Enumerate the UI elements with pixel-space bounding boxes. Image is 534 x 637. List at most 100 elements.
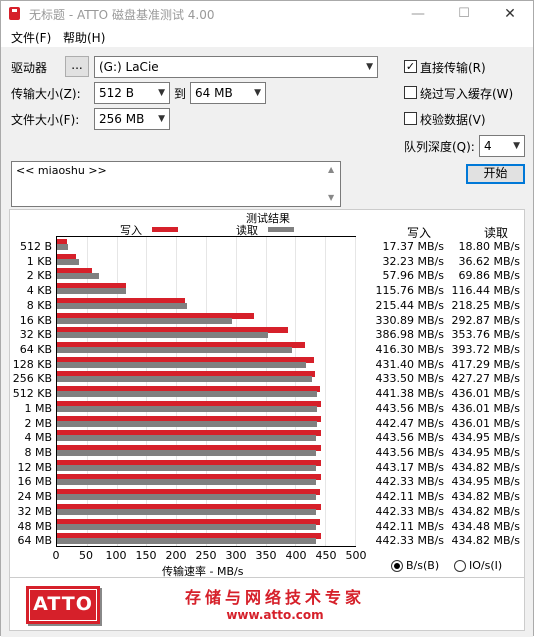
drive-select-value: (G:) LaCie [99, 60, 159, 74]
menu-help[interactable]: 帮助(H) [63, 29, 105, 46]
units-bytes-radio[interactable] [391, 560, 403, 572]
file-size-select[interactable]: 256 MB ▼ [94, 108, 170, 130]
drive-label: 驱动器 [11, 61, 48, 75]
category-label: 32 MB [17, 504, 52, 518]
read-value-label: 434.82 MB/s [451, 490, 520, 504]
read-bar [57, 450, 317, 456]
chevron-down-icon: ▼ [513, 141, 520, 151]
write-value-label: 442.11 MB/s [375, 519, 444, 533]
to-label: 到 [174, 87, 187, 101]
x-tick-label: 0 [52, 549, 60, 562]
read-bar [57, 435, 317, 442]
x-tick-label: 500 [345, 549, 367, 562]
queue-depth-select[interactable]: 4 ▼ [479, 135, 525, 157]
read-value-label: 417.29 MB/s [451, 357, 520, 371]
read-column-header: 读取 [484, 226, 509, 240]
category-label: 16 KB [19, 313, 52, 327]
category-label: 64 MB [17, 534, 52, 548]
read-value-label: 69.86 MB/s [458, 269, 520, 283]
units-io-label: IO/s(I) [469, 559, 503, 572]
menu-file[interactable]: 文件(F) [11, 29, 51, 46]
transfer-to-value: 64 MB [195, 86, 233, 100]
write-legend-swatch [152, 227, 178, 232]
maximize-button[interactable]: ☐ [441, 1, 487, 27]
menu-bar: 文件(F) 帮助(H) [1, 27, 533, 47]
write-column-header: 写入 [407, 226, 432, 240]
transfer-from-select[interactable]: 512 B ▼ [94, 82, 170, 104]
read-value-label: 427.27 MB/s [451, 372, 520, 386]
category-label: 24 MB [17, 490, 52, 504]
read-bar [57, 494, 317, 501]
title-bar: 无标题 - ATTO 磁盘基准测试 4.00 — ☐ ✕ [1, 1, 533, 27]
read-bar [57, 361, 306, 368]
write-value-label: 330.89 MB/s [375, 313, 444, 327]
description-textarea[interactable]: << miaoshu >> ▲ ▼ [11, 161, 341, 207]
read-value-label: 292.87 MB/s [451, 313, 520, 327]
direct-io-checkbox[interactable]: ✓ [404, 60, 417, 73]
read-bar [57, 273, 99, 280]
browse-button[interactable]: ... [65, 56, 89, 77]
drive-select[interactable]: (G:) LaCie ▼ [94, 56, 378, 78]
read-value-label: 436.01 MB/s [451, 416, 520, 430]
atto-banner: ATTO 存储与网络技术专家 www.atto.com [9, 577, 525, 631]
units-io-radio[interactable] [454, 560, 466, 572]
write-value-label: 17.37 MB/s [382, 240, 444, 253]
x-tick-label: 300 [225, 549, 247, 562]
category-label: 128 KB [12, 357, 52, 371]
read-value-label: 36.62 MB/s [458, 254, 520, 268]
write-value-label: 442.33 MB/s [375, 534, 444, 548]
read-value-label: 434.82 MB/s [451, 504, 520, 518]
queue-depth-label: 队列深度(Q): [404, 140, 475, 154]
transfer-from-value: 512 B [99, 86, 134, 100]
read-value-label: 434.95 MB/s [451, 475, 520, 489]
transfer-to-select[interactable]: 64 MB ▼ [190, 82, 266, 104]
write-value-label: 443.56 MB/s [375, 431, 444, 445]
read-value-label: 218.25 MB/s [451, 298, 520, 312]
read-bar [57, 317, 232, 324]
read-bar [57, 302, 188, 309]
category-label: 16 MB [17, 475, 52, 489]
chart-plot-area [56, 236, 356, 547]
description-text: << miaoshu >> [16, 164, 107, 177]
start-button[interactable]: 开始 [466, 164, 525, 184]
category-label: 48 MB [17, 519, 52, 533]
write-value-label: 32.23 MB/s [382, 254, 444, 268]
main-panel: 驱动器 ... (G:) LaCie ▼ 传输大小(Z): 512 B ▼ 到 … [1, 47, 533, 637]
category-label: 8 MB [24, 446, 52, 459]
read-value-label: 353.76 MB/s [451, 328, 520, 342]
scroll-up-icon[interactable]: ▲ [328, 165, 334, 174]
read-value-label: 434.82 MB/s [451, 460, 520, 474]
category-label: 1 MB [24, 401, 52, 415]
x-tick-label: 150 [135, 549, 157, 562]
write-value-label: 115.76 MB/s [375, 284, 444, 298]
window-title: 无标题 - ATTO 磁盘基准测试 4.00 [29, 8, 215, 22]
read-value-label: 116.44 MB/s [451, 284, 520, 298]
category-label: 2 KB [26, 269, 52, 283]
verify-data-checkbox[interactable] [404, 112, 417, 125]
scroll-down-icon[interactable]: ▼ [328, 193, 334, 202]
read-value-label: 434.82 MB/s [451, 534, 520, 548]
write-value-label: 442.47 MB/s [375, 416, 444, 430]
read-value-label: 393.72 MB/s [451, 343, 520, 356]
category-label: 8 KB [26, 298, 52, 312]
read-value-label: 18.80 MB/s [458, 240, 520, 253]
x-tick-label: 50 [79, 549, 93, 562]
read-value-label: 434.95 MB/s [451, 446, 520, 459]
read-bar [57, 288, 127, 295]
x-tick-label: 400 [285, 549, 307, 562]
bypass-cache-checkbox[interactable] [404, 86, 417, 99]
category-label: 4 KB [26, 284, 52, 298]
description-scrollbar[interactable]: ▲ ▼ [325, 163, 339, 205]
x-tick-label: 350 [255, 549, 277, 562]
category-label: 256 KB [12, 372, 52, 386]
minimize-button[interactable]: — [395, 1, 441, 27]
category-label: 12 MB [17, 460, 52, 474]
read-bar [57, 332, 268, 339]
results-panel: 测试结果 写入 读取 写入 读取 传输速率 - MB/s B/s(B) IO/s… [9, 209, 525, 621]
read-bar [57, 376, 312, 383]
write-value-label: 416.30 MB/s [375, 343, 444, 356]
write-value-label: 57.96 MB/s [382, 269, 444, 283]
banner-website-link[interactable]: www.atto.com [170, 608, 380, 622]
close-button[interactable]: ✕ [487, 1, 533, 27]
read-value-label: 436.01 MB/s [451, 387, 520, 401]
